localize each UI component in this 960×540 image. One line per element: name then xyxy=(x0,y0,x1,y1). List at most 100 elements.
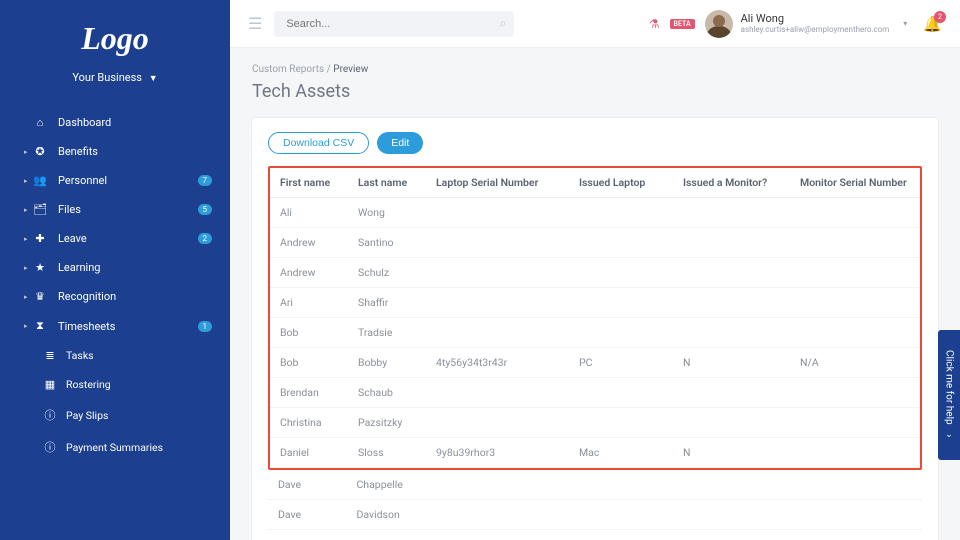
table-cell xyxy=(673,470,791,500)
notification-badge: 2 xyxy=(934,11,946,23)
sidebar-item-label: Learning xyxy=(58,261,212,274)
sidebar-item-files[interactable]: ▸🗂Files5 xyxy=(0,195,230,224)
table-cell: Chappelle xyxy=(346,470,424,500)
table-cell xyxy=(791,530,922,540)
chevron-right-icon: ▸ xyxy=(24,264,32,272)
count-badge: 1 xyxy=(198,321,213,332)
sidebar-item-learning[interactable]: ▸★Learning xyxy=(0,253,230,282)
table-row[interactable]: BrendanSchaub xyxy=(270,378,920,408)
table-cell: Dave xyxy=(268,500,346,530)
table-cell xyxy=(790,408,920,438)
sidebar-item-recognition[interactable]: ▸♛Recognition xyxy=(0,282,230,311)
table-row[interactable]: BobTradsie xyxy=(270,318,920,348)
table-cell: PC xyxy=(569,348,673,378)
table-cell: 4ty56y34t3r43r xyxy=(426,348,569,378)
chevron-right-icon: ▸ xyxy=(24,148,32,156)
sidebar-item-personnel[interactable]: ▸👥Personnel7 xyxy=(0,166,230,195)
column-header: First name xyxy=(270,168,348,198)
table-cell: Christina xyxy=(270,408,348,438)
table-cell xyxy=(673,198,790,228)
table-cell xyxy=(569,500,674,530)
column-header: Issued Laptop xyxy=(569,168,673,198)
flask-icon[interactable]: ⚗ xyxy=(649,17,660,31)
table-cell xyxy=(569,318,673,348)
avatar xyxy=(705,10,733,38)
table-row[interactable]: ChristinaPazsitzky xyxy=(270,408,920,438)
sidebar-item-payment-summaries[interactable]: ⓘPayment Summaries xyxy=(0,431,230,463)
notifications-button[interactable]: 🔔 2 xyxy=(923,15,942,33)
table-cell xyxy=(569,530,674,540)
sidebar-item-pay-slips[interactable]: ⓘPay Slips xyxy=(0,399,230,431)
hamburger-icon[interactable]: ☰ xyxy=(248,14,262,33)
table-cell xyxy=(673,408,790,438)
sidebar-item-dashboard[interactable]: ⌂Dashboard xyxy=(0,108,230,137)
table-cell xyxy=(569,228,673,258)
chevron-right-icon: ▸ xyxy=(24,322,32,330)
user-text: Ali Wong ashley.curtis+aliw@employmenthe… xyxy=(741,12,890,35)
edit-button[interactable]: Edit xyxy=(377,132,423,154)
table-cell: N xyxy=(673,438,790,468)
table-cell: 9y8u39rhor3 xyxy=(426,438,569,468)
table-cell: Andrew xyxy=(270,228,348,258)
column-header: Last name xyxy=(348,168,426,198)
pay-slips-icon: ⓘ xyxy=(42,407,58,423)
table-cell xyxy=(569,198,673,228)
table-cell xyxy=(569,258,673,288)
user-name: Ali Wong xyxy=(741,12,890,25)
breadcrumb-sep: / xyxy=(327,64,331,75)
column-header: Monitor Serial Number xyxy=(790,168,920,198)
table-row[interactable]: AndrewSchulz xyxy=(270,258,920,288)
table-cell: Mac xyxy=(569,438,673,468)
table-cell xyxy=(673,288,790,318)
table-cell xyxy=(673,228,790,258)
table-cell: Davidson xyxy=(346,500,424,530)
search-input[interactable] xyxy=(274,11,514,37)
user-menu[interactable]: Ali Wong ashley.curtis+aliw@employmenthe… xyxy=(705,10,908,38)
page-title: Tech Assets xyxy=(252,81,938,102)
table-cell: N/A xyxy=(790,348,920,378)
table-cell: Sloss xyxy=(348,438,426,468)
table-cell xyxy=(425,500,569,530)
table-cell xyxy=(790,198,920,228)
table-row[interactable]: DaveChappelle xyxy=(268,470,922,500)
card-actions: Download CSV Edit xyxy=(268,132,922,154)
table-cell: Ali xyxy=(270,198,348,228)
table-row[interactable]: BobBobby4ty56y34t3r43rPCNN/A xyxy=(270,348,920,378)
table-row[interactable]: AriShaffir xyxy=(270,288,920,318)
table-row[interactable]: AndrewSantino xyxy=(270,228,920,258)
table-row[interactable]: DanielSloss9y8u39rhor3MacN xyxy=(270,438,920,468)
table-cell: Ari xyxy=(270,288,348,318)
table-cell xyxy=(790,438,920,468)
table-cell xyxy=(790,288,920,318)
table-cell: N xyxy=(673,348,790,378)
sidebar-item-rostering[interactable]: ▦Rostering xyxy=(0,370,230,399)
business-selector[interactable]: Your Business ▼ xyxy=(0,71,230,84)
table-cell xyxy=(426,258,569,288)
table-cell xyxy=(790,258,920,288)
table-cell xyxy=(673,530,791,540)
table-row[interactable]: DaveDavid xyxy=(268,530,922,540)
help-tab[interactable]: Click me for help ⌄ xyxy=(938,330,960,460)
breadcrumb-parent[interactable]: Custom Reports xyxy=(252,64,324,75)
table-row[interactable]: DaveDavidson xyxy=(268,500,922,530)
sidebar-item-label: Personnel xyxy=(58,174,198,187)
sidebar-item-label: Tasks xyxy=(66,349,212,362)
table-row[interactable]: AliWong xyxy=(270,198,920,228)
sidebar-item-leave[interactable]: ▸✚Leave2 xyxy=(0,224,230,253)
caret-down-icon: ▾ xyxy=(903,19,907,28)
sidebar-item-tasks[interactable]: ≣Tasks xyxy=(0,341,230,370)
table-cell: Schaub xyxy=(348,378,426,408)
table-cell: Daniel xyxy=(270,438,348,468)
column-header: Laptop Serial Number xyxy=(426,168,569,198)
sidebar-item-timesheets[interactable]: ▸⧗Timesheets1 xyxy=(0,311,230,341)
table-cell: Schulz xyxy=(348,258,426,288)
sidebar-item-benefits[interactable]: ▸✪Benefits xyxy=(0,137,230,166)
topbar-right: ⚗ BETA Ali Wong ashley.curtis+aliw@emplo… xyxy=(649,10,942,38)
download-csv-button[interactable]: Download CSV xyxy=(268,132,369,154)
table-cell xyxy=(426,378,569,408)
chevron-down-icon: ⌄ xyxy=(945,430,953,440)
logo: Logo xyxy=(0,20,230,57)
table-cell xyxy=(790,318,920,348)
sidebar-item-label: Recognition xyxy=(58,290,212,303)
table-cell xyxy=(569,470,674,500)
